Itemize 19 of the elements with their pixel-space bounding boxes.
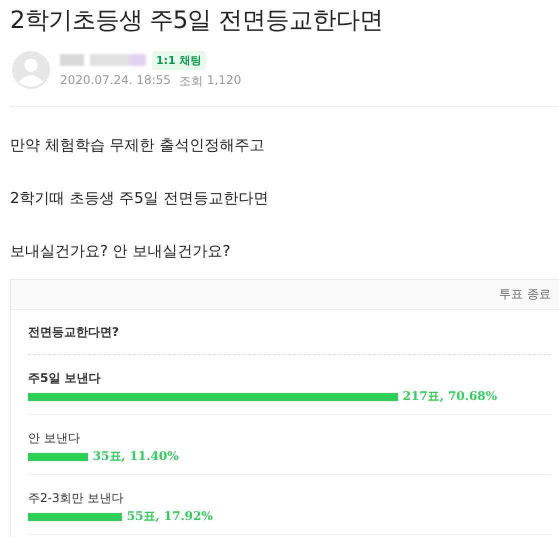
option-label: 안 보낸다 <box>28 430 81 447</box>
redacted-name <box>90 54 146 66</box>
post-title: 2학기초등생 주5일 전면등교한다면 <box>9 5 384 36</box>
poll-question: 전면등교한다면? <box>28 324 120 341</box>
body-text: 만약 체험학습 무제한 출석인정해주고 <box>9 135 266 156</box>
body-text: 보내실건가요? 안 보내실건가요? <box>9 241 232 262</box>
vote-result: 217표, 70.68% <box>402 388 498 405</box>
views-label: 조회 <box>178 73 203 90</box>
view-count: 1,120 <box>206 73 242 89</box>
avatar-icon[interactable] <box>12 51 50 89</box>
vote-result: 35표, 11.40% <box>92 448 179 465</box>
post-date: 2020.07.24. 18:55 <box>60 73 171 89</box>
body-text: 2학기때 초등생 주5일 전면등교한다면 <box>9 188 270 209</box>
vote-result: 55표, 17.92% <box>126 508 213 525</box>
option-label: 주5일 보낸다 <box>28 370 102 387</box>
redacted-name <box>60 54 84 66</box>
poll-status: 투표 종료 <box>499 286 551 303</box>
option-label: 주2-3회만 보낸다 <box>28 490 124 507</box>
chat-button[interactable]: 1:1 채팅 <box>152 50 206 70</box>
